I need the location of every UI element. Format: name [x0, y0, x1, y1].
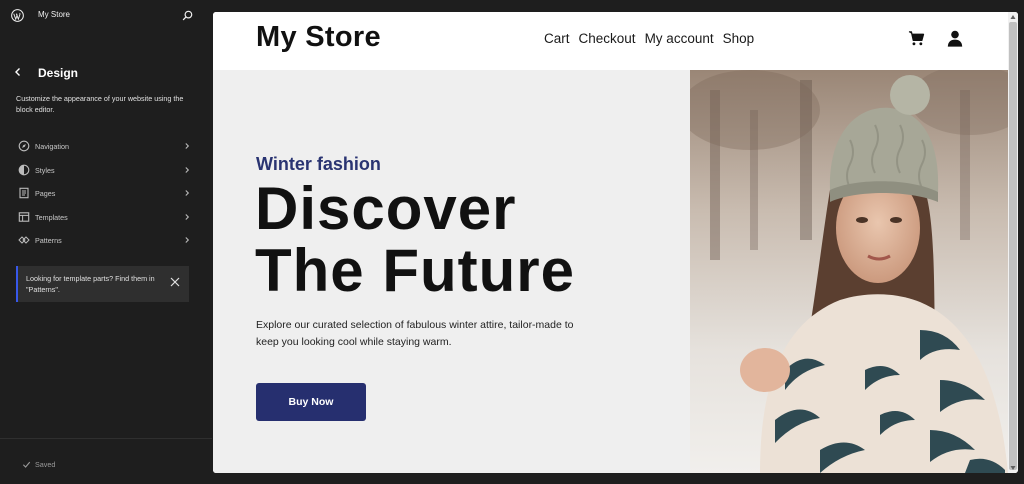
hero-headline-line-2: The Future: [255, 237, 575, 304]
chevron-right-icon: [185, 213, 190, 220]
sidebar-item-label: Navigation: [35, 142, 69, 151]
patterns-icon: [18, 236, 30, 244]
sidebar-item-pages[interactable]: Pages: [0, 182, 212, 206]
templates-icon: [18, 211, 30, 222]
navigation-icon: [18, 140, 30, 152]
hero-eyebrow: Winter fashion: [256, 154, 381, 174]
divider: [0, 438, 212, 439]
sidebar-item-templates[interactable]: Templates: [0, 206, 212, 230]
hero-subtext: Explore our curated selection of fabulou…: [256, 319, 574, 348]
chevron-right-icon: [185, 237, 190, 243]
site-navigation: Cart Checkout My account Shop: [544, 31, 763, 46]
chevron-right-icon: [185, 190, 190, 196]
search-icon[interactable]: [182, 10, 193, 21]
notice-text: Looking for template parts? Find them in…: [26, 274, 155, 294]
template-parts-notice: Looking for template parts? Find them in…: [16, 266, 189, 302]
back-arrow-icon[interactable]: [12, 66, 24, 78]
site-title[interactable]: My Store: [38, 10, 70, 19]
account-icon[interactable]: [947, 30, 963, 47]
hero-headline: Discover The Future: [255, 178, 575, 302]
chevron-right-icon: [185, 166, 190, 173]
site-hub: My Store: [0, 0, 212, 32]
sidebar-item-label: Pages: [35, 189, 56, 198]
pages-icon: [19, 187, 29, 199]
checkmark-icon: [22, 461, 31, 468]
hero-image: [690, 70, 1008, 473]
nav-link-checkout[interactable]: Checkout: [579, 31, 636, 46]
close-icon[interactable]: [169, 276, 181, 288]
sidebar-item-label: Templates: [35, 212, 68, 222]
editor-canvas-preview[interactable]: My Store Cart Checkout My account Shop W…: [213, 12, 1018, 473]
design-nav-list: Navigation Styles Pages Templates Patter…: [0, 135, 212, 253]
design-header: Design: [0, 64, 212, 82]
chevron-right-icon: [185, 143, 190, 149]
buy-now-button[interactable]: Buy Now: [256, 383, 366, 421]
site-header: My Store Cart Checkout My account Shop: [213, 12, 1018, 70]
sidebar-item-label: Styles: [35, 165, 55, 175]
sidebar-item-styles[interactable]: Styles: [0, 159, 212, 183]
sidebar-item-navigation[interactable]: Navigation: [0, 135, 212, 159]
nav-link-cart[interactable]: Cart: [544, 31, 570, 46]
sidebar-item-patterns[interactable]: Patterns: [0, 229, 212, 253]
scroll-down-arrow-icon[interactable]: [1010, 465, 1016, 471]
scrollbar-thumb[interactable]: [1009, 22, 1017, 470]
design-description: Customize the appearance of your website…: [16, 94, 184, 114]
woman-winter-photo: [690, 70, 1008, 473]
editor-sidebar: My Store Design Customize the appearance…: [0, 0, 212, 484]
vertical-scrollbar[interactable]: [1008, 12, 1018, 473]
nav-link-shop[interactable]: Shop: [723, 31, 755, 46]
store-title[interactable]: My Store: [256, 21, 381, 54]
sidebar-item-label: Patterns: [35, 236, 62, 245]
scroll-up-arrow-icon[interactable]: [1010, 14, 1016, 20]
nav-link-my-account[interactable]: My account: [645, 31, 714, 46]
cart-icon[interactable]: [908, 30, 925, 47]
hero-section: Winter fashion Discover The Future Explo…: [213, 70, 1008, 473]
styles-icon: [18, 164, 30, 175]
wordpress-logo-icon[interactable]: [11, 9, 24, 22]
saved-label: Saved: [35, 460, 56, 469]
hero-headline-line-1: Discover: [255, 175, 517, 242]
page-title: Design: [38, 66, 79, 80]
